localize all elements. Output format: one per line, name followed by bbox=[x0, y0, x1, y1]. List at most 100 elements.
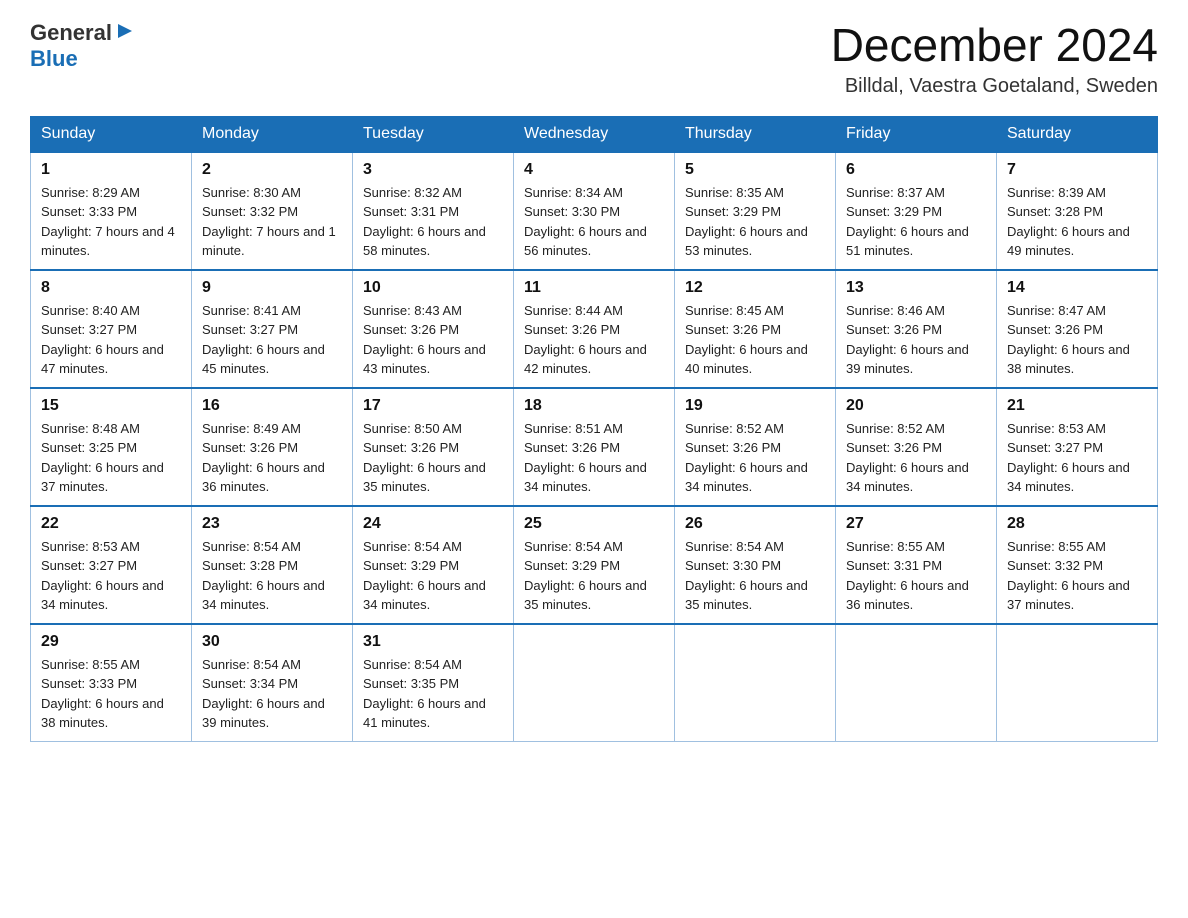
day-number: 8 bbox=[41, 279, 181, 297]
calendar-cell: 1 Sunrise: 8:29 AMSunset: 3:33 PMDayligh… bbox=[31, 152, 192, 270]
calendar-week-row: 22 Sunrise: 8:53 AMSunset: 3:27 PMDaylig… bbox=[31, 506, 1158, 624]
calendar-cell: 6 Sunrise: 8:37 AMSunset: 3:29 PMDayligh… bbox=[836, 152, 997, 270]
calendar-cell: 3 Sunrise: 8:32 AMSunset: 3:31 PMDayligh… bbox=[353, 152, 514, 270]
weekday-header-saturday: Saturday bbox=[997, 116, 1158, 152]
day-info: Sunrise: 8:53 AMSunset: 3:27 PMDaylight:… bbox=[1007, 419, 1147, 497]
calendar-cell: 7 Sunrise: 8:39 AMSunset: 3:28 PMDayligh… bbox=[997, 152, 1158, 270]
weekday-header-thursday: Thursday bbox=[675, 116, 836, 152]
calendar-cell: 2 Sunrise: 8:30 AMSunset: 3:32 PMDayligh… bbox=[192, 152, 353, 270]
day-number: 27 bbox=[846, 515, 986, 533]
day-info: Sunrise: 8:55 AMSunset: 3:33 PMDaylight:… bbox=[41, 655, 181, 733]
day-number: 6 bbox=[846, 161, 986, 179]
day-info: Sunrise: 8:54 AMSunset: 3:29 PMDaylight:… bbox=[363, 537, 503, 615]
day-info: Sunrise: 8:29 AMSunset: 3:33 PMDaylight:… bbox=[41, 183, 181, 261]
calendar-cell bbox=[997, 624, 1158, 742]
day-info: Sunrise: 8:41 AMSunset: 3:27 PMDaylight:… bbox=[202, 301, 342, 379]
calendar-cell: 14 Sunrise: 8:47 AMSunset: 3:26 PMDaylig… bbox=[997, 270, 1158, 388]
calendar-cell: 26 Sunrise: 8:54 AMSunset: 3:30 PMDaylig… bbox=[675, 506, 836, 624]
day-info: Sunrise: 8:37 AMSunset: 3:29 PMDaylight:… bbox=[846, 183, 986, 261]
day-number: 19 bbox=[685, 397, 825, 415]
day-info: Sunrise: 8:30 AMSunset: 3:32 PMDaylight:… bbox=[202, 183, 342, 261]
calendar-cell: 11 Sunrise: 8:44 AMSunset: 3:26 PMDaylig… bbox=[514, 270, 675, 388]
day-number: 10 bbox=[363, 279, 503, 297]
day-number: 4 bbox=[524, 161, 664, 179]
calendar-table: SundayMondayTuesdayWednesdayThursdayFrid… bbox=[30, 116, 1158, 742]
calendar-cell: 21 Sunrise: 8:53 AMSunset: 3:27 PMDaylig… bbox=[997, 388, 1158, 506]
calendar-header-row: SundayMondayTuesdayWednesdayThursdayFrid… bbox=[31, 116, 1158, 152]
calendar-cell: 23 Sunrise: 8:54 AMSunset: 3:28 PMDaylig… bbox=[192, 506, 353, 624]
day-number: 13 bbox=[846, 279, 986, 297]
calendar-cell: 22 Sunrise: 8:53 AMSunset: 3:27 PMDaylig… bbox=[31, 506, 192, 624]
calendar-cell: 12 Sunrise: 8:45 AMSunset: 3:26 PMDaylig… bbox=[675, 270, 836, 388]
day-number: 11 bbox=[524, 279, 664, 297]
day-number: 17 bbox=[363, 397, 503, 415]
day-info: Sunrise: 8:43 AMSunset: 3:26 PMDaylight:… bbox=[363, 301, 503, 379]
day-number: 29 bbox=[41, 633, 181, 651]
day-info: Sunrise: 8:53 AMSunset: 3:27 PMDaylight:… bbox=[41, 537, 181, 615]
day-number: 2 bbox=[202, 161, 342, 179]
calendar-week-row: 15 Sunrise: 8:48 AMSunset: 3:25 PMDaylig… bbox=[31, 388, 1158, 506]
calendar-cell: 10 Sunrise: 8:43 AMSunset: 3:26 PMDaylig… bbox=[353, 270, 514, 388]
logo-arrow-icon bbox=[114, 20, 136, 42]
page-header: General Blue December 2024 Billdal, Vaes… bbox=[30, 20, 1158, 98]
day-number: 31 bbox=[363, 633, 503, 651]
weekday-header-sunday: Sunday bbox=[31, 116, 192, 152]
calendar-cell: 5 Sunrise: 8:35 AMSunset: 3:29 PMDayligh… bbox=[675, 152, 836, 270]
calendar-cell: 28 Sunrise: 8:55 AMSunset: 3:32 PMDaylig… bbox=[997, 506, 1158, 624]
day-info: Sunrise: 8:55 AMSunset: 3:31 PMDaylight:… bbox=[846, 537, 986, 615]
calendar-cell bbox=[836, 624, 997, 742]
day-info: Sunrise: 8:52 AMSunset: 3:26 PMDaylight:… bbox=[685, 419, 825, 497]
calendar-cell: 31 Sunrise: 8:54 AMSunset: 3:35 PMDaylig… bbox=[353, 624, 514, 742]
day-info: Sunrise: 8:45 AMSunset: 3:26 PMDaylight:… bbox=[685, 301, 825, 379]
calendar-cell: 29 Sunrise: 8:55 AMSunset: 3:33 PMDaylig… bbox=[31, 624, 192, 742]
day-info: Sunrise: 8:54 AMSunset: 3:35 PMDaylight:… bbox=[363, 655, 503, 733]
day-info: Sunrise: 8:49 AMSunset: 3:26 PMDaylight:… bbox=[202, 419, 342, 497]
day-info: Sunrise: 8:46 AMSunset: 3:26 PMDaylight:… bbox=[846, 301, 986, 379]
day-info: Sunrise: 8:55 AMSunset: 3:32 PMDaylight:… bbox=[1007, 537, 1147, 615]
day-info: Sunrise: 8:54 AMSunset: 3:30 PMDaylight:… bbox=[685, 537, 825, 615]
calendar-cell: 16 Sunrise: 8:49 AMSunset: 3:26 PMDaylig… bbox=[192, 388, 353, 506]
calendar-cell: 13 Sunrise: 8:46 AMSunset: 3:26 PMDaylig… bbox=[836, 270, 997, 388]
calendar-week-row: 8 Sunrise: 8:40 AMSunset: 3:27 PMDayligh… bbox=[31, 270, 1158, 388]
calendar-cell bbox=[675, 624, 836, 742]
calendar-cell: 17 Sunrise: 8:50 AMSunset: 3:26 PMDaylig… bbox=[353, 388, 514, 506]
calendar-cell: 30 Sunrise: 8:54 AMSunset: 3:34 PMDaylig… bbox=[192, 624, 353, 742]
logo: General Blue bbox=[30, 20, 136, 72]
day-number: 20 bbox=[846, 397, 986, 415]
calendar-cell: 19 Sunrise: 8:52 AMSunset: 3:26 PMDaylig… bbox=[675, 388, 836, 506]
day-info: Sunrise: 8:54 AMSunset: 3:28 PMDaylight:… bbox=[202, 537, 342, 615]
day-number: 12 bbox=[685, 279, 825, 297]
day-info: Sunrise: 8:44 AMSunset: 3:26 PMDaylight:… bbox=[524, 301, 664, 379]
day-number: 24 bbox=[363, 515, 503, 533]
calendar-cell: 9 Sunrise: 8:41 AMSunset: 3:27 PMDayligh… bbox=[192, 270, 353, 388]
day-number: 7 bbox=[1007, 161, 1147, 179]
weekday-header-wednesday: Wednesday bbox=[514, 116, 675, 152]
calendar-cell bbox=[514, 624, 675, 742]
day-number: 9 bbox=[202, 279, 342, 297]
day-number: 25 bbox=[524, 515, 664, 533]
day-number: 18 bbox=[524, 397, 664, 415]
day-number: 23 bbox=[202, 515, 342, 533]
day-number: 22 bbox=[41, 515, 181, 533]
day-info: Sunrise: 8:40 AMSunset: 3:27 PMDaylight:… bbox=[41, 301, 181, 379]
calendar-cell: 27 Sunrise: 8:55 AMSunset: 3:31 PMDaylig… bbox=[836, 506, 997, 624]
calendar-cell: 18 Sunrise: 8:51 AMSunset: 3:26 PMDaylig… bbox=[514, 388, 675, 506]
day-info: Sunrise: 8:48 AMSunset: 3:25 PMDaylight:… bbox=[41, 419, 181, 497]
day-number: 1 bbox=[41, 161, 181, 179]
day-info: Sunrise: 8:32 AMSunset: 3:31 PMDaylight:… bbox=[363, 183, 503, 261]
day-info: Sunrise: 8:54 AMSunset: 3:29 PMDaylight:… bbox=[524, 537, 664, 615]
day-number: 14 bbox=[1007, 279, 1147, 297]
calendar-week-row: 1 Sunrise: 8:29 AMSunset: 3:33 PMDayligh… bbox=[31, 152, 1158, 270]
day-info: Sunrise: 8:50 AMSunset: 3:26 PMDaylight:… bbox=[363, 419, 503, 497]
day-info: Sunrise: 8:35 AMSunset: 3:29 PMDaylight:… bbox=[685, 183, 825, 261]
calendar-cell: 15 Sunrise: 8:48 AMSunset: 3:25 PMDaylig… bbox=[31, 388, 192, 506]
day-info: Sunrise: 8:39 AMSunset: 3:28 PMDaylight:… bbox=[1007, 183, 1147, 261]
day-number: 16 bbox=[202, 397, 342, 415]
day-number: 3 bbox=[363, 161, 503, 179]
calendar-week-row: 29 Sunrise: 8:55 AMSunset: 3:33 PMDaylig… bbox=[31, 624, 1158, 742]
location-title: Billdal, Vaestra Goetaland, Sweden bbox=[831, 75, 1158, 98]
day-number: 15 bbox=[41, 397, 181, 415]
day-number: 21 bbox=[1007, 397, 1147, 415]
calendar-cell: 25 Sunrise: 8:54 AMSunset: 3:29 PMDaylig… bbox=[514, 506, 675, 624]
title-block: December 2024 Billdal, Vaestra Goetaland… bbox=[831, 20, 1158, 98]
